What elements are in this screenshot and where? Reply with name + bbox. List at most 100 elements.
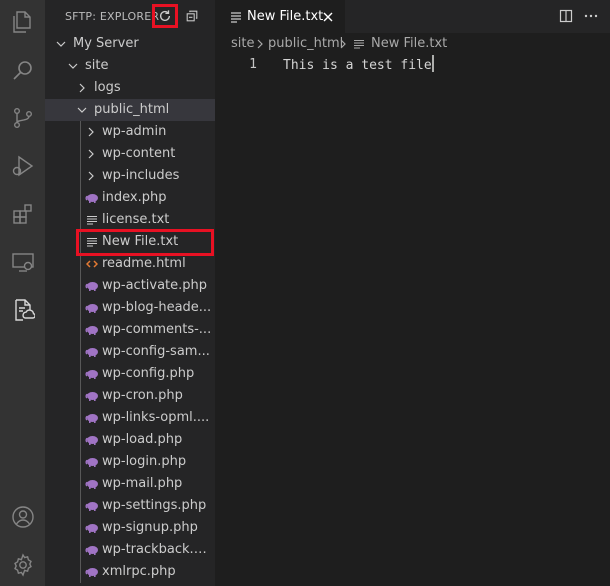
tree-item-label: public_html [94, 102, 170, 117]
tree-item-label: wp-content [102, 146, 176, 161]
tree-item[interactable]: wp-links-opml.... [45, 407, 215, 429]
sftp-explorer-sidebar: SFTP: EXPLORER My Server site logs public_h… [45, 0, 215, 586]
code-line-text: This is a test file [283, 58, 432, 73]
tab-label: New File.txt [247, 9, 324, 24]
text-file-icon [84, 209, 100, 231]
chevron-right-icon [340, 39, 346, 49]
tree-item-label: wp-comments-... [102, 322, 212, 337]
tree-item[interactable]: wp-login.php [45, 451, 215, 473]
editor-area: New File.txt site public_html New File.t… [215, 0, 610, 586]
php-elephant-icon [84, 187, 100, 209]
tree-item[interactable]: license.txt [45, 209, 215, 231]
sidebar-header: SFTP: EXPLORER [45, 0, 215, 33]
tree-item-label: wp-links-opml.... [102, 410, 210, 425]
breadcrumb: site public_html New File.txt [215, 33, 610, 55]
extensions-icon[interactable] [0, 194, 45, 234]
tree-item[interactable]: index.php [45, 187, 215, 209]
php-elephant-icon [84, 297, 100, 319]
sidebar-title: SFTP: EXPLORER [65, 10, 160, 23]
search-icon[interactable] [0, 50, 45, 90]
tree-item[interactable]: wp-blog-heade... [45, 297, 215, 319]
tree-item[interactable]: wp-config-sam... [45, 341, 215, 363]
indent-guide [80, 121, 81, 583]
tree-item[interactable]: wp-signup.php [45, 517, 215, 539]
tree-item[interactable]: wp-config.php [45, 363, 215, 385]
tree-item-label: wp-activate.php [102, 278, 208, 293]
refresh-button[interactable] [152, 4, 178, 28]
tree-item-label: New File.txt [102, 234, 179, 249]
tree-item-label: wp-mail.php [102, 476, 183, 491]
explorer-icon[interactable] [0, 2, 45, 42]
tree-item[interactable]: wp-trackback.p... [45, 539, 215, 561]
php-elephant-icon [84, 275, 100, 297]
breadcrumb-new-file[interactable]: New File.txt [371, 33, 447, 55]
tree-item[interactable]: public_html [45, 99, 215, 121]
tree-item[interactable]: wp-load.php [45, 429, 215, 451]
php-elephant-icon [84, 319, 100, 341]
chevron-down-icon [53, 33, 69, 55]
split-editor-button[interactable] [557, 7, 575, 25]
source-control-icon[interactable] [0, 98, 45, 138]
tree-item[interactable]: wp-cron.php [45, 385, 215, 407]
tree-item[interactable]: wp-settings.php [45, 495, 215, 517]
tree-item[interactable]: wp-content [45, 143, 215, 165]
more-icon [584, 14, 598, 18]
tree-item[interactable]: wp-mail.php [45, 473, 215, 495]
php-elephant-icon [84, 407, 100, 429]
more-actions-button[interactable] [582, 7, 600, 25]
breadcrumb-site[interactable]: site [231, 33, 254, 55]
php-elephant-icon [84, 561, 100, 583]
php-elephant-icon [84, 495, 100, 517]
tree-item[interactable]: logs [45, 77, 215, 99]
tree-item-label: wp-load.php [102, 432, 183, 447]
close-tab-button[interactable] [319, 8, 337, 26]
close-icon [323, 12, 333, 22]
chevron-right-icon [83, 165, 99, 187]
tree-item[interactable]: wp-comments-... [45, 319, 215, 341]
refresh-icon [159, 10, 171, 21]
chevron-right-icon [83, 143, 99, 165]
tree-item-label: wp-admin [102, 124, 167, 139]
account-icon[interactable] [0, 497, 45, 537]
activity-bar [0, 0, 45, 586]
php-elephant-icon [84, 429, 100, 451]
tree-item[interactable]: readme.html [45, 253, 215, 275]
breadcrumb-public-html[interactable]: public_html [268, 33, 343, 55]
tree-item-label: xmlrpc.php [102, 564, 176, 579]
tree-item-label: wp-settings.php [102, 498, 207, 513]
tree-item-label: wp-config.php [102, 366, 195, 381]
tree-item-label: My Server [73, 36, 139, 51]
run-debug-icon[interactable] [0, 146, 45, 186]
settings-gear-icon[interactable] [0, 545, 45, 585]
tree-item-label: wp-signup.php [102, 520, 198, 535]
sftp-icon[interactable] [0, 290, 45, 330]
tree-item[interactable]: site [45, 55, 215, 77]
php-elephant-icon [84, 363, 100, 385]
php-elephant-icon [84, 517, 100, 539]
split-editor-icon [559, 9, 573, 23]
chevron-right-icon [257, 39, 263, 49]
editor-line[interactable]: 1 This is a test file [215, 55, 610, 75]
code-text[interactable]: This is a test file [283, 55, 434, 76]
line-number: 1 [249, 57, 257, 72]
tree-item[interactable]: My Server [45, 33, 215, 55]
tree-item-label: readme.html [102, 256, 186, 271]
remote-explorer-icon[interactable] [0, 242, 45, 282]
tree-item-label: wp-cron.php [102, 388, 183, 403]
chevron-right-icon [74, 77, 90, 99]
tree-item-label: index.php [102, 190, 167, 205]
tree-item[interactable]: New File.txt [45, 231, 215, 253]
tab-new-file[interactable]: New File.txt [215, 0, 345, 33]
collapse-all-button[interactable] [183, 7, 201, 25]
php-elephant-icon [84, 539, 100, 561]
tree-item[interactable]: xmlrpc.php [45, 561, 215, 583]
tree-item[interactable]: wp-includes [45, 165, 215, 187]
tree-item[interactable]: wp-admin [45, 121, 215, 143]
chevron-down-icon [74, 99, 90, 121]
php-elephant-icon [84, 451, 100, 473]
tree-item[interactable]: wp-activate.php [45, 275, 215, 297]
collapse-all-icon [186, 10, 198, 22]
tree-item-label: site [85, 58, 109, 73]
tree-item-label: wp-config-sam... [102, 344, 210, 359]
text-file-icon [231, 12, 241, 23]
